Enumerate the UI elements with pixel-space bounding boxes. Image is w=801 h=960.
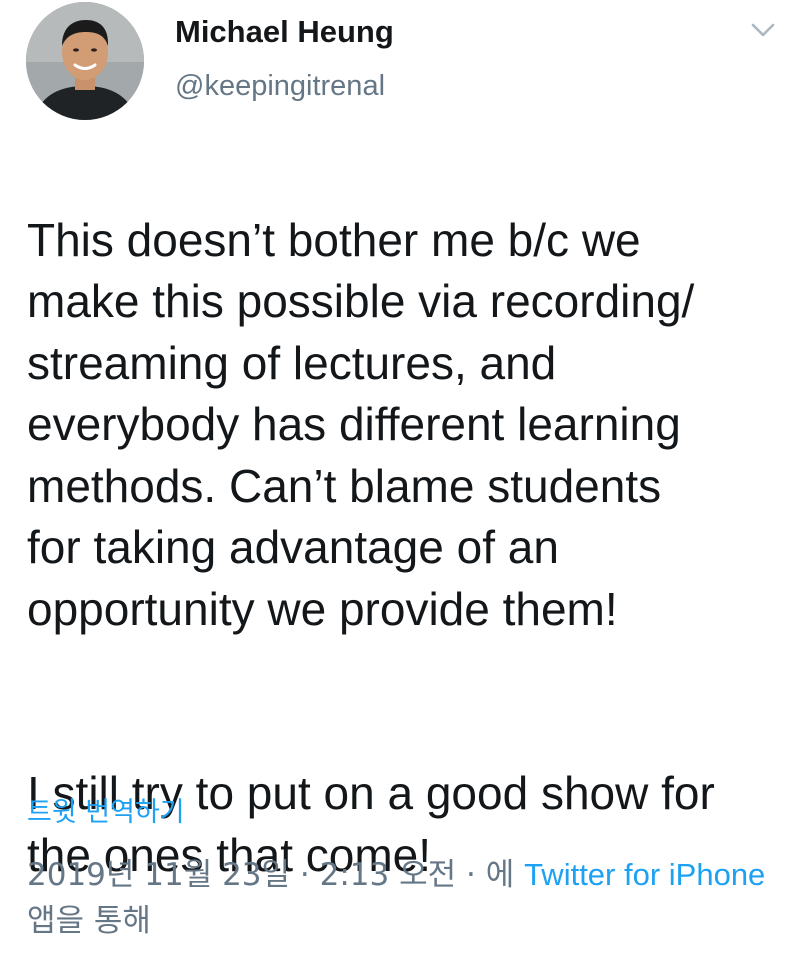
meta-separator: · (456, 857, 486, 893)
via-prefix: 에 (485, 857, 525, 893)
author-display-name[interactable]: Michael Heung (175, 14, 394, 50)
avatar[interactable] (26, 2, 144, 120)
translate-tweet-link[interactable]: 트윗 번역하기 (27, 790, 185, 829)
tweet-card: Michael Heung @keepingitrenal This doesn… (0, 0, 801, 960)
tweet-date: 2019년 11월 23일 (27, 857, 291, 893)
chevron-down-icon[interactable] (748, 18, 778, 42)
author-handle[interactable]: @keepingitrenal (175, 70, 385, 103)
tweet-paragraph: This doesn’t bother me b/c we make this … (27, 213, 695, 635)
source-app-link[interactable]: Twitter for iPhone (524, 857, 765, 892)
tweet-time: 2:13 오전 (319, 857, 457, 893)
via-suffix: 앱을 통해 (27, 903, 151, 939)
meta-separator: · (290, 857, 320, 893)
profile-photo-icon (26, 2, 144, 120)
tweet-metadata: 2019년 11월 23일 · 2:13 오전 · 에 Twitter for … (27, 852, 787, 944)
